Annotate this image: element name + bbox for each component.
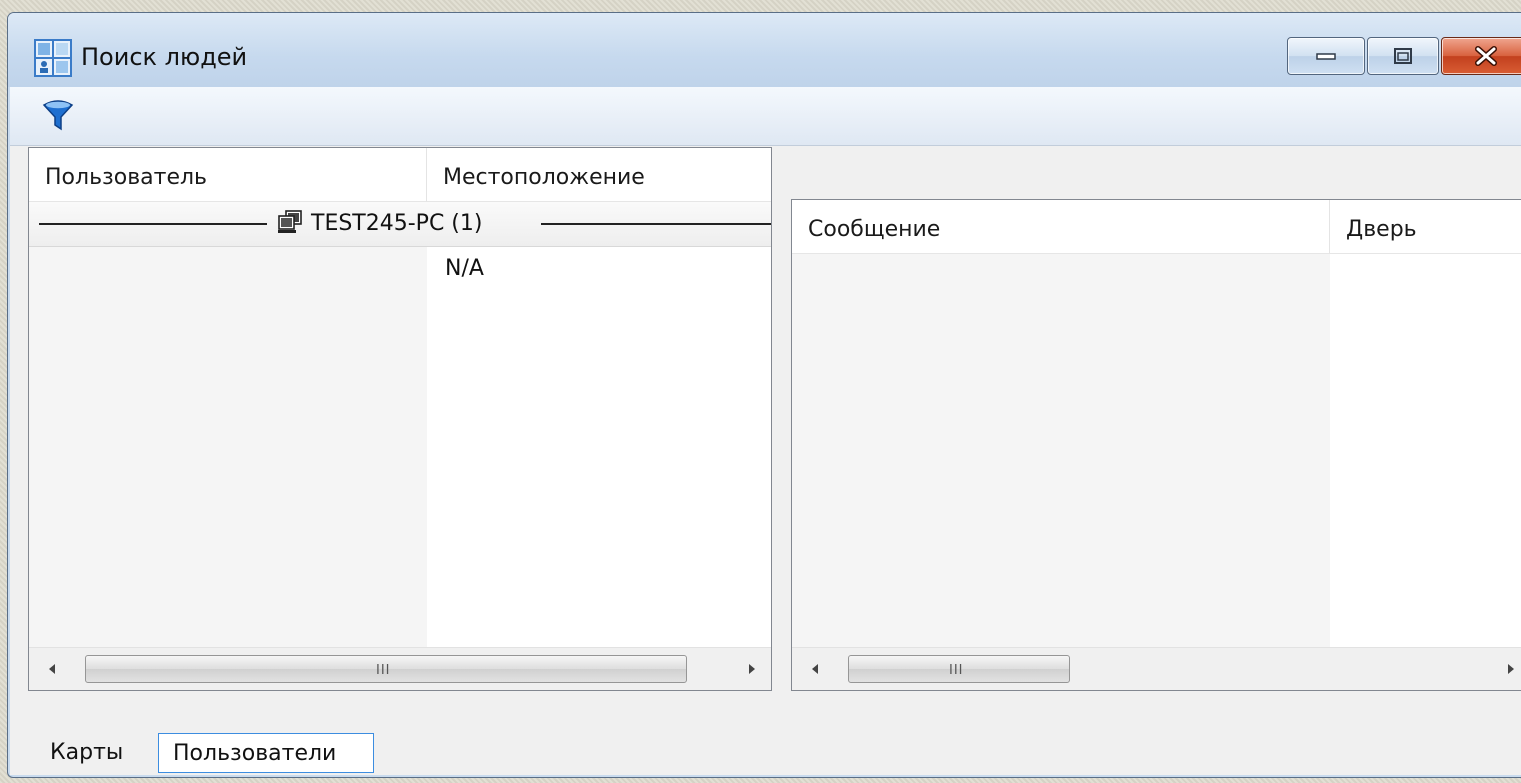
window-title: Поиск людей [81,43,248,71]
user-column-area [29,202,427,652]
maximize-button[interactable] [1367,37,1439,75]
filter-icon[interactable] [38,95,78,135]
group-label: TEST245-PC (1) [277,206,482,242]
minimize-button[interactable] [1287,37,1365,75]
column-header-location[interactable]: Местоположение [427,148,771,202]
scroll-thumb[interactable]: III [848,655,1070,683]
arrow-left-icon [812,664,818,674]
people-search-icon [34,39,72,77]
close-button[interactable] [1441,37,1521,75]
scroll-left-button[interactable] [31,648,73,690]
maximize-icon [1394,48,1412,64]
group-header-row[interactable]: TEST245-PC (1) [29,202,771,247]
scroll-right-button[interactable] [731,648,771,690]
arrow-right-icon [1508,664,1514,674]
scroll-grip: III [949,663,964,678]
title-bar[interactable]: Поиск людей [8,13,1521,87]
group-label-text: TEST245-PC (1) [311,211,483,236]
toolbar [10,87,1521,146]
column-header-door[interactable]: Дверь [1330,200,1521,254]
arrow-left-icon [49,664,55,674]
close-icon [1475,46,1497,66]
column-header-message[interactable]: Сообщение [792,200,1330,254]
computer-icon [278,210,302,233]
horizontal-scrollbar[interactable]: III [792,647,1521,690]
users-list[interactable]: Пользователь Местоположение TEST245-PC (… [28,147,772,691]
tab-users[interactable]: Пользователи [158,733,374,773]
group-divider-left [39,223,267,225]
message-column-area [792,254,1330,652]
horizontal-scrollbar[interactable]: III [29,647,771,690]
minimize-icon [1316,53,1336,60]
scroll-right-button[interactable] [1490,648,1521,690]
scroll-grip: III [376,663,391,678]
events-list[interactable]: Сообщение Дверь III [791,199,1521,691]
scroll-thumb[interactable]: III [85,655,687,683]
arrow-right-icon [749,664,755,674]
scroll-left-button[interactable] [794,648,836,690]
location-cell: N/A [445,256,484,281]
column-header-user[interactable]: Пользователь [29,148,427,202]
tab-maps[interactable]: Карты [48,733,158,773]
group-divider-right [541,223,771,225]
people-search-window: Поиск людей Пользователь Местоположение … [7,12,1521,778]
window-client-area: Пользователь Местоположение TEST245-PC (… [10,87,1521,775]
